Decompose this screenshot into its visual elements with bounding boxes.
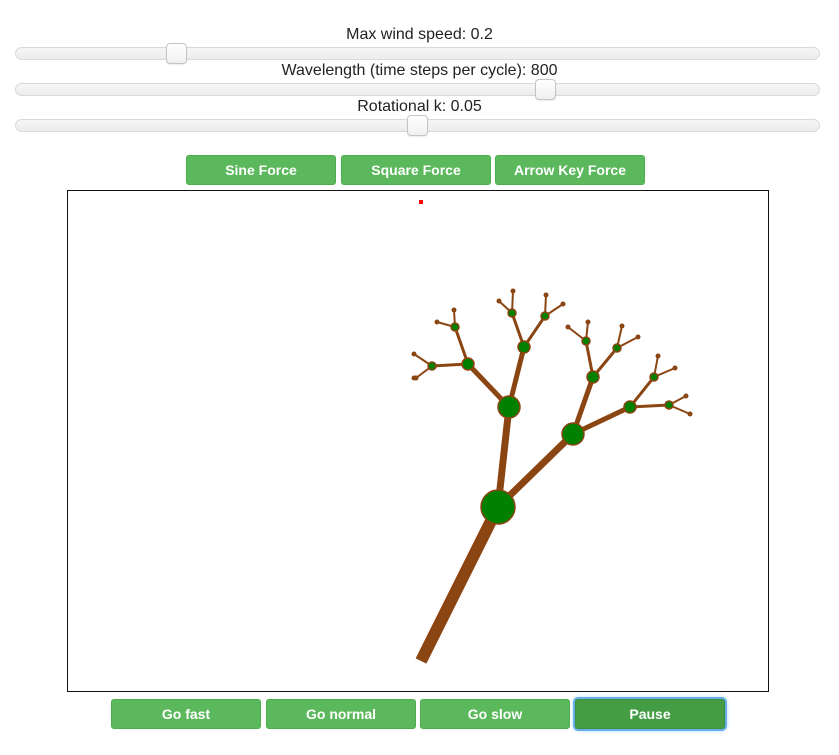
tree-node-b1 (586, 370, 600, 384)
go-slow-button[interactable]: Go slow (420, 699, 570, 729)
tree-node-b1b1 (619, 323, 625, 329)
tree-node-b2a2 (672, 365, 678, 371)
tree-node-b1b2 (635, 334, 641, 340)
tree-node-b1b (612, 343, 622, 353)
go-fast-button[interactable]: Go fast (111, 699, 261, 729)
tree-drawing (411, 200, 693, 664)
tree-node-a1 (461, 357, 475, 371)
rotational-k-label: Rotational k: 0.05 (357, 98, 482, 115)
wavelength-slider[interactable] (15, 79, 820, 100)
arrow-key-force-button[interactable]: Arrow Key Force (495, 155, 645, 185)
pause-button[interactable]: Pause (575, 699, 725, 729)
tree-node-b2b2 (687, 411, 693, 417)
wavelength-label: Wavelength (time steps per cycle): 800 (281, 62, 558, 79)
tree-node-b2 (623, 400, 637, 414)
tree-node-n0 (480, 489, 516, 525)
tree-node-b1a1 (565, 324, 571, 330)
rotational-k-slider-handle[interactable] (406, 115, 428, 136)
square-force-button[interactable]: Square Force (341, 155, 491, 185)
tree-node-a1b2 (413, 375, 419, 381)
tree-node-a2b2 (560, 301, 566, 307)
tree-node-b1a (581, 336, 591, 346)
wind-speed-label: Max wind speed: 0.2 (346, 26, 493, 43)
tree-node-a2b1 (543, 292, 549, 298)
tree-node-a2a (507, 308, 517, 318)
wind-speed-slider-handle[interactable] (165, 43, 187, 64)
sine-force-button[interactable]: Sine Force (186, 155, 336, 185)
tree-node-b2a (649, 372, 659, 382)
go-normal-button[interactable]: Go normal (266, 699, 416, 729)
tree-node-b2b (664, 400, 674, 410)
tree-node-a1b1 (411, 351, 417, 357)
wind-speed-slider[interactable] (15, 43, 820, 64)
branch-root-n0 (415, 504, 504, 664)
tree-node-a2b (540, 311, 550, 321)
tree-node-a (497, 395, 521, 419)
tree-node-a2a2 (510, 288, 516, 294)
tree-node-a1b (427, 361, 437, 371)
simulation-canvas[interactable] (67, 190, 769, 692)
tree-node-b1a2 (585, 319, 591, 325)
branch-group (413, 290, 691, 664)
tree-node-b2a1 (655, 353, 661, 359)
tree-node-b2b1 (683, 393, 689, 399)
wind-marker (419, 200, 423, 204)
tree-node-a1a1 (434, 319, 440, 325)
tree-node-a1a2 (451, 307, 457, 313)
tree-node-b (561, 422, 585, 446)
tree-node-a2 (517, 340, 531, 354)
wavelength-slider-handle[interactable] (534, 79, 556, 100)
tree-node-a2a1 (496, 298, 502, 304)
rotational-k-slider[interactable] (15, 115, 820, 136)
tree-node-a1a (450, 322, 460, 332)
